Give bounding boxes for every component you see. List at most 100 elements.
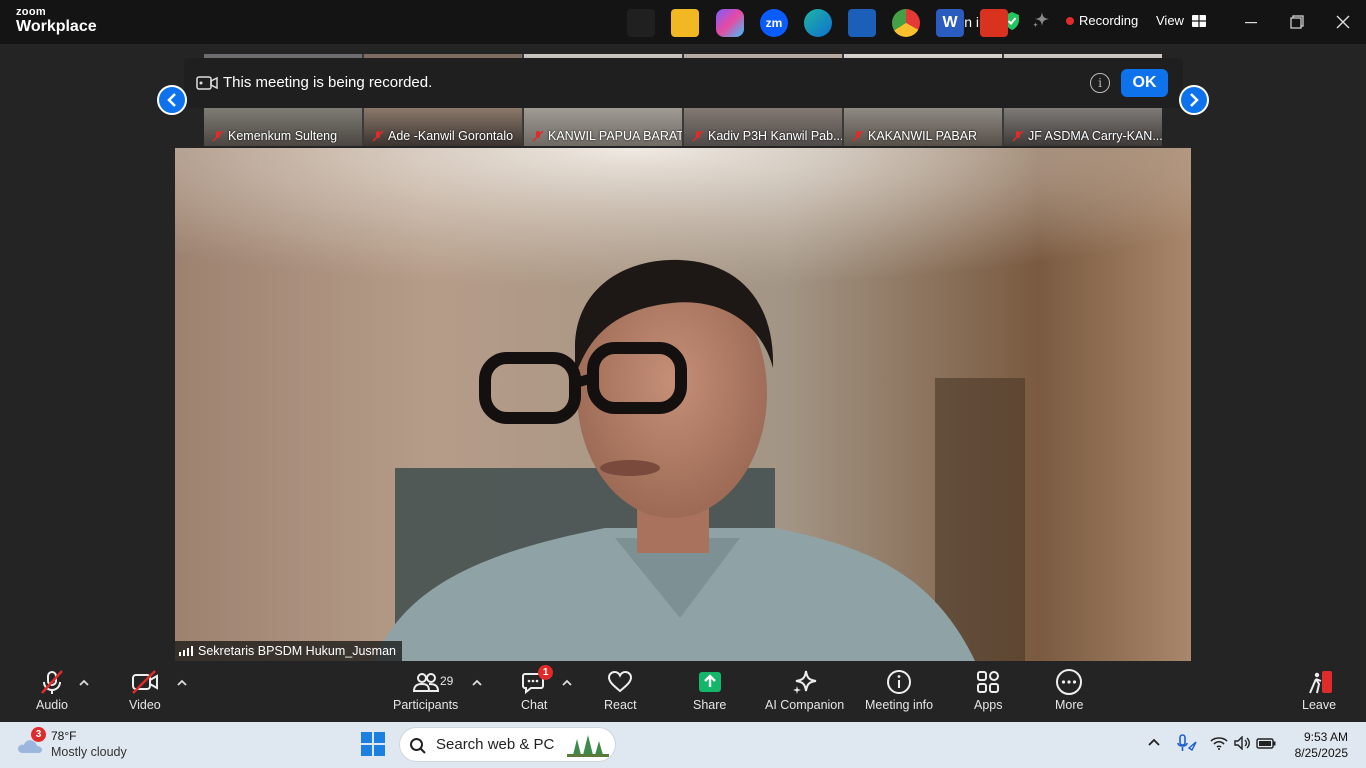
- minimize-icon: [1245, 22, 1257, 24]
- microsoft-store-icon[interactable]: [848, 9, 876, 37]
- next-page-button[interactable]: [1179, 85, 1209, 115]
- logo-bottom: Workplace: [16, 18, 97, 35]
- ai-sparkle-icon[interactable]: [1032, 11, 1050, 29]
- ai-companion-button[interactable]: AI Companion: [765, 668, 844, 714]
- audio-button[interactable]: Audio: [36, 668, 68, 714]
- participant-name: KAKANWIL PABAR: [868, 129, 978, 143]
- chat-label: Chat: [521, 698, 548, 712]
- more-label: More: [1055, 698, 1084, 712]
- speaker-name: Sekretaris BPSDM Hukum_Jusman: [198, 644, 396, 658]
- weather-alert-badge: 3: [31, 727, 46, 742]
- video-off-icon: [131, 670, 158, 694]
- taskbar-search-box[interactable]: Search web & PC: [399, 727, 616, 762]
- meeting-toolbar: Audio Video Participants 1 Chat React Sh…: [0, 664, 1366, 718]
- leave-door-icon: [1309, 671, 1333, 694]
- mic-muted-icon: [41, 670, 63, 694]
- clock-time: 9:53 AM: [1303, 730, 1348, 744]
- info-icon[interactable]: i: [1090, 73, 1110, 93]
- close-button[interactable]: [1331, 10, 1355, 34]
- search-icon: [410, 738, 426, 754]
- chevron-left-icon: [167, 93, 176, 107]
- search-placeholder: Search web & PC: [436, 736, 555, 753]
- participant-name: Kemenkum Sulteng: [228, 129, 338, 143]
- apps-button[interactable]: Apps: [974, 668, 1003, 714]
- leave-button[interactable]: Leave: [1302, 668, 1336, 714]
- participants-label: Participants: [393, 698, 459, 712]
- previous-page-button[interactable]: [157, 85, 187, 115]
- battery-charging-icon[interactable]: [1256, 737, 1276, 749]
- zoom-logo: zoom Workplace: [16, 7, 97, 35]
- recording-dot-icon: [1066, 16, 1074, 25]
- heart-icon: [608, 670, 633, 693]
- recording-notice-banner: This meeting is being recorded. i OK: [184, 58, 1183, 108]
- participant-name: KANWIL PAPUA BARAT: [548, 129, 682, 143]
- ai-companion-sparkle-icon: [792, 670, 816, 694]
- logo-top: zoom: [16, 6, 46, 18]
- mic-muted-icon: [852, 130, 864, 142]
- chevron-right-icon: [1190, 93, 1199, 107]
- search-highlight-trees-icon: [567, 735, 609, 757]
- participant-name: Kadiv P3H Kanwil Pab...: [708, 129, 842, 143]
- word-app-icon[interactable]: W: [936, 9, 964, 37]
- weather-condition: Mostly cloudy: [51, 745, 127, 759]
- mic-muted-icon: [212, 130, 224, 142]
- chat-options-chevron-icon[interactable]: [561, 678, 573, 688]
- video-button[interactable]: Video: [129, 668, 161, 714]
- mic-muted-icon: [692, 130, 704, 142]
- recording-notice-text: This meeting is being recorded.: [223, 74, 433, 91]
- speaker-volume-icon[interactable]: [1233, 736, 1251, 750]
- recording-label: Recording: [1079, 13, 1139, 28]
- recording-indicator[interactable]: Recording: [1066, 13, 1138, 28]
- file-explorer-icon[interactable]: [671, 9, 699, 37]
- audio-options-chevron-icon[interactable]: [78, 678, 90, 688]
- microphone-in-use-icon[interactable]: [1176, 734, 1198, 752]
- clock-date: 8/25/2025: [1294, 746, 1348, 760]
- view-button[interactable]: View: [1156, 13, 1206, 28]
- maximize-button[interactable]: [1285, 10, 1309, 34]
- ok-button[interactable]: OK: [1121, 69, 1168, 97]
- taskbar-clock[interactable]: 9:53 AM 8/25/2025: [1295, 729, 1348, 761]
- participants-options-chevron-icon[interactable]: [471, 678, 483, 688]
- speaker-video-frame: [175, 148, 1191, 661]
- close-icon: [1336, 15, 1350, 29]
- chrome-browser-icon[interactable]: [892, 9, 920, 37]
- speaker-name-tag: Sekretaris BPSDM Hukum_Jusman: [175, 641, 402, 661]
- ai-companion-label: AI Companion: [765, 698, 845, 712]
- share-button[interactable]: Share: [693, 668, 726, 714]
- record-camera-icon: [196, 76, 218, 90]
- more-button[interactable]: More: [1055, 668, 1083, 714]
- apps-grid-icon: [977, 671, 1000, 693]
- windows-logo-icon: [361, 732, 385, 756]
- react-label: React: [604, 698, 637, 712]
- minimize-button[interactable]: [1239, 10, 1263, 34]
- participant-name: Ade -Kanwil Gorontalo: [388, 129, 514, 143]
- video-options-chevron-icon[interactable]: [176, 678, 188, 688]
- zoom-app-icon[interactable]: zm: [760, 9, 788, 37]
- participants-count: 29: [440, 674, 454, 688]
- edge-browser-icon[interactable]: [804, 9, 832, 37]
- chat-button[interactable]: 1 Chat: [521, 665, 554, 714]
- audio-label: Audio: [36, 698, 68, 712]
- copilot-icon[interactable]: [716, 9, 744, 37]
- view-label: View: [1156, 13, 1184, 28]
- mic-muted-icon: [372, 130, 384, 142]
- share-label: Share: [693, 698, 727, 712]
- wifi-icon[interactable]: [1210, 736, 1228, 750]
- temperature: 78°F: [51, 729, 77, 743]
- windows-taskbar: [0, 722, 1366, 768]
- start-button[interactable]: [360, 731, 386, 757]
- apps-label: Apps: [974, 698, 1003, 712]
- video-label: Video: [129, 698, 161, 712]
- task-view-icon[interactable]: [627, 9, 655, 37]
- restore-icon: [1290, 15, 1304, 29]
- grid-view-icon: [1191, 14, 1206, 27]
- acrobat-app-icon[interactable]: [980, 9, 1008, 37]
- info-circle-icon: [887, 670, 912, 694]
- signal-strength-icon: [179, 646, 193, 656]
- active-speaker-video[interactable]: [175, 148, 1191, 661]
- show-hidden-icons-chevron-icon[interactable]: [1147, 737, 1161, 747]
- participants-icon: [412, 673, 439, 692]
- mic-muted-icon: [1012, 130, 1024, 142]
- meeting-info-button[interactable]: Meeting info: [865, 668, 933, 714]
- react-button[interactable]: React: [604, 668, 637, 714]
